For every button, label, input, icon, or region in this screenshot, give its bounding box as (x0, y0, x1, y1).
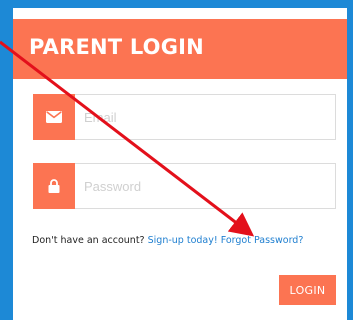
email-field (33, 94, 336, 140)
lock-icon (33, 163, 75, 209)
email-input[interactable] (76, 95, 334, 139)
page-title: PARENT LOGIN (29, 35, 204, 59)
window-frame-right (347, 0, 353, 320)
password-field (33, 163, 336, 209)
login-button[interactable]: LOGIN (279, 275, 336, 305)
password-input[interactable] (76, 164, 334, 208)
account-prompt: Don't have an account? (32, 235, 145, 246)
account-links-row: Don't have an account? Sign-up today! Fo… (32, 235, 303, 246)
signup-link[interactable]: Sign-up today! (148, 235, 218, 246)
window-frame-left (0, 0, 13, 320)
window-frame-top (0, 0, 353, 8)
forgot-password-link[interactable]: Forgot Password? (221, 235, 304, 246)
login-panel: PARENT LOGIN Don't have an account? Sign… (13, 8, 347, 320)
envelope-icon (33, 94, 75, 140)
login-header: PARENT LOGIN (13, 19, 347, 79)
